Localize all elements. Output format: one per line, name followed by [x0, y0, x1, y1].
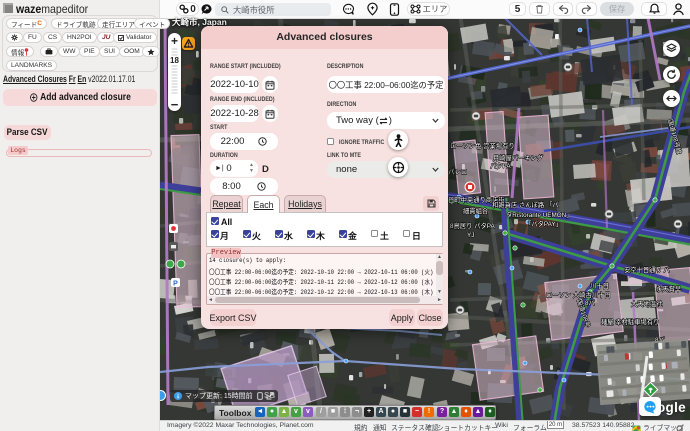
svg-text:ローソン色 営業場有り: ローソン色 営業場有り: [450, 141, 515, 150]
svg-text:和雑貨店 さんぽ路 「パ: 和雑貨店 さんぽ路 「パ: [492, 200, 559, 209]
svg-text:ローソン 大崎古川十日: ローソン 大崎古川十日: [546, 290, 611, 299]
svg-text:P: P: [173, 281, 178, 288]
svg-text:細貫組合: 細貫組合: [463, 206, 489, 215]
svg-text:YJ: YJ: [467, 232, 474, 239]
svg-text:大天地温社: 大天地温社: [631, 299, 663, 308]
svg-text:タRistorante UEMON」: タRistorante UEMON」: [506, 210, 572, 219]
svg-text:パ夕PA: パ夕PA: [490, 161, 511, 170]
svg-text:麺屋 幸村駐車場有り: 麺屋 幸村駐車場有り: [601, 317, 659, 326]
svg-text:月崎屋パーキング: 月崎屋パーキング: [493, 153, 544, 162]
svg-text:18: 18: [170, 56, 179, 65]
svg-text:川十日: 川十日: [590, 281, 609, 290]
svg-text:8鳥居り パタPA: 8鳥居り パタPA: [450, 221, 495, 230]
svg-text:永天賞早: 永天賞早: [656, 284, 682, 293]
svg-text:安空十日通り パ: 安空十日通り パ: [624, 265, 671, 274]
svg-text:「パタPAY」: 「パタPAY」: [525, 219, 562, 228]
svg-text:パンロ: パンロ: [448, 168, 467, 176]
svg-text:8パ: 8パ: [585, 299, 596, 307]
